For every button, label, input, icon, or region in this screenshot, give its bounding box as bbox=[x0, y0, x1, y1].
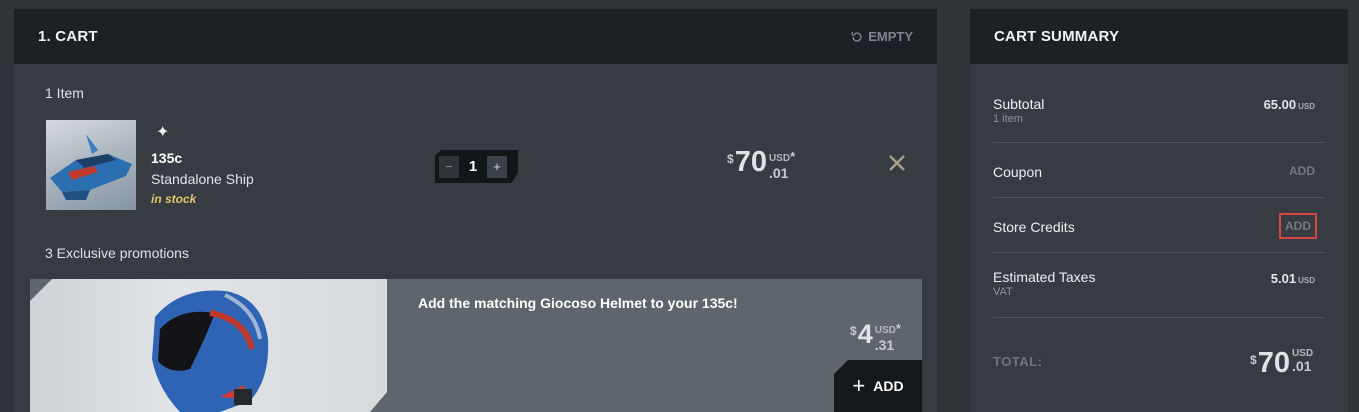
cart-title: 1. CART bbox=[38, 28, 98, 45]
subtotal-item-count: 1 item bbox=[993, 113, 1023, 125]
promo-price-currency: $ bbox=[850, 324, 857, 338]
subtotal-row: Subtotal 1 item 65.00 USD bbox=[993, 64, 1325, 143]
ship-type-icon: ✦ bbox=[156, 124, 170, 141]
add-promotion-button[interactable]: + ADD bbox=[834, 360, 922, 412]
total-integer: 70 bbox=[1257, 347, 1290, 379]
taxes-amount: 5.01 bbox=[1270, 271, 1297, 286]
taxes-unit: USD bbox=[1298, 276, 1315, 285]
quantity-value[interactable]: 1 bbox=[465, 158, 481, 175]
price-unit: USD bbox=[768, 153, 791, 164]
total-decimal: .01 bbox=[1291, 358, 1312, 374]
promotion-title: Add the matching Giocoso Helmet to your … bbox=[418, 295, 738, 311]
helmet-image bbox=[30, 279, 387, 412]
price-decimal: .01 bbox=[768, 165, 789, 181]
promotion-price: $ 4 USD* .31 bbox=[850, 320, 901, 352]
subtotal-value: 65.00 USD bbox=[1264, 97, 1315, 112]
store-credits-row: Store Credits ADD bbox=[993, 198, 1325, 253]
total-price: $ 70 USD .01 bbox=[1250, 347, 1313, 379]
price-integer: 70 bbox=[734, 146, 767, 178]
add-coupon-button[interactable]: ADD bbox=[1289, 164, 1315, 178]
add-store-credits-button[interactable]: ADD bbox=[1279, 213, 1317, 239]
taxes-type: VAT bbox=[993, 286, 1013, 298]
coupon-label: Coupon bbox=[993, 164, 1043, 180]
promotions-label: 3 Exclusive promotions bbox=[45, 245, 189, 261]
price-currency: $ bbox=[727, 152, 734, 166]
stock-status: in stock bbox=[151, 192, 197, 206]
coupon-row: Coupon ADD bbox=[993, 143, 1325, 198]
cart-header: 1. CART EMPTY bbox=[14, 9, 937, 64]
promo-price-decimal: .31 bbox=[874, 337, 895, 353]
promo-price-integer: 4 bbox=[857, 319, 873, 349]
total-currency: $ bbox=[1250, 353, 1257, 367]
add-promotion-label: ADD bbox=[873, 378, 904, 394]
taxes-value: 5.01 USD bbox=[1271, 271, 1315, 286]
plus-icon: + bbox=[852, 373, 866, 398]
item-price: $ 70 USD* .01 bbox=[727, 146, 796, 181]
promotion-card: Add the matching Giocoso Helmet to your … bbox=[30, 279, 922, 412]
summary-title: CART SUMMARY bbox=[994, 28, 1120, 45]
increase-quantity-button[interactable]: + bbox=[487, 155, 507, 178]
empty-cart-label: EMPTY bbox=[868, 29, 913, 44]
cart-panel: 1. CART EMPTY 1 Item ✦ 135c Standalone S… bbox=[14, 9, 937, 412]
subtotal-amount: 65.00 bbox=[1263, 97, 1297, 112]
quantity-stepper: − 1 + bbox=[435, 150, 518, 183]
promo-price-unit: USD bbox=[874, 325, 896, 336]
decrease-quantity-button[interactable]: − bbox=[439, 155, 459, 178]
total-label: TOTAL: bbox=[993, 354, 1043, 369]
store-credits-label: Store Credits bbox=[993, 219, 1075, 235]
refresh-icon bbox=[851, 31, 862, 42]
item-count: 1 Item bbox=[45, 85, 84, 101]
summary-header: CART SUMMARY bbox=[970, 9, 1348, 64]
taxes-row: Estimated Taxes VAT 5.01 USD bbox=[993, 253, 1325, 318]
close-icon bbox=[889, 155, 905, 171]
subtotal-unit: USD bbox=[1298, 102, 1315, 111]
promo-price-asterisk: * bbox=[895, 321, 901, 336]
item-description: Standalone Ship bbox=[151, 171, 254, 187]
empty-cart-button[interactable]: EMPTY bbox=[850, 29, 913, 44]
price-asterisk: * bbox=[790, 149, 796, 164]
item-name[interactable]: 135c bbox=[151, 150, 182, 166]
cart-summary-panel: CART SUMMARY Subtotal 1 item 65.00 USD Co… bbox=[970, 9, 1348, 412]
ship-thumbnail[interactable] bbox=[46, 120, 136, 210]
remove-item-button[interactable] bbox=[886, 152, 908, 174]
